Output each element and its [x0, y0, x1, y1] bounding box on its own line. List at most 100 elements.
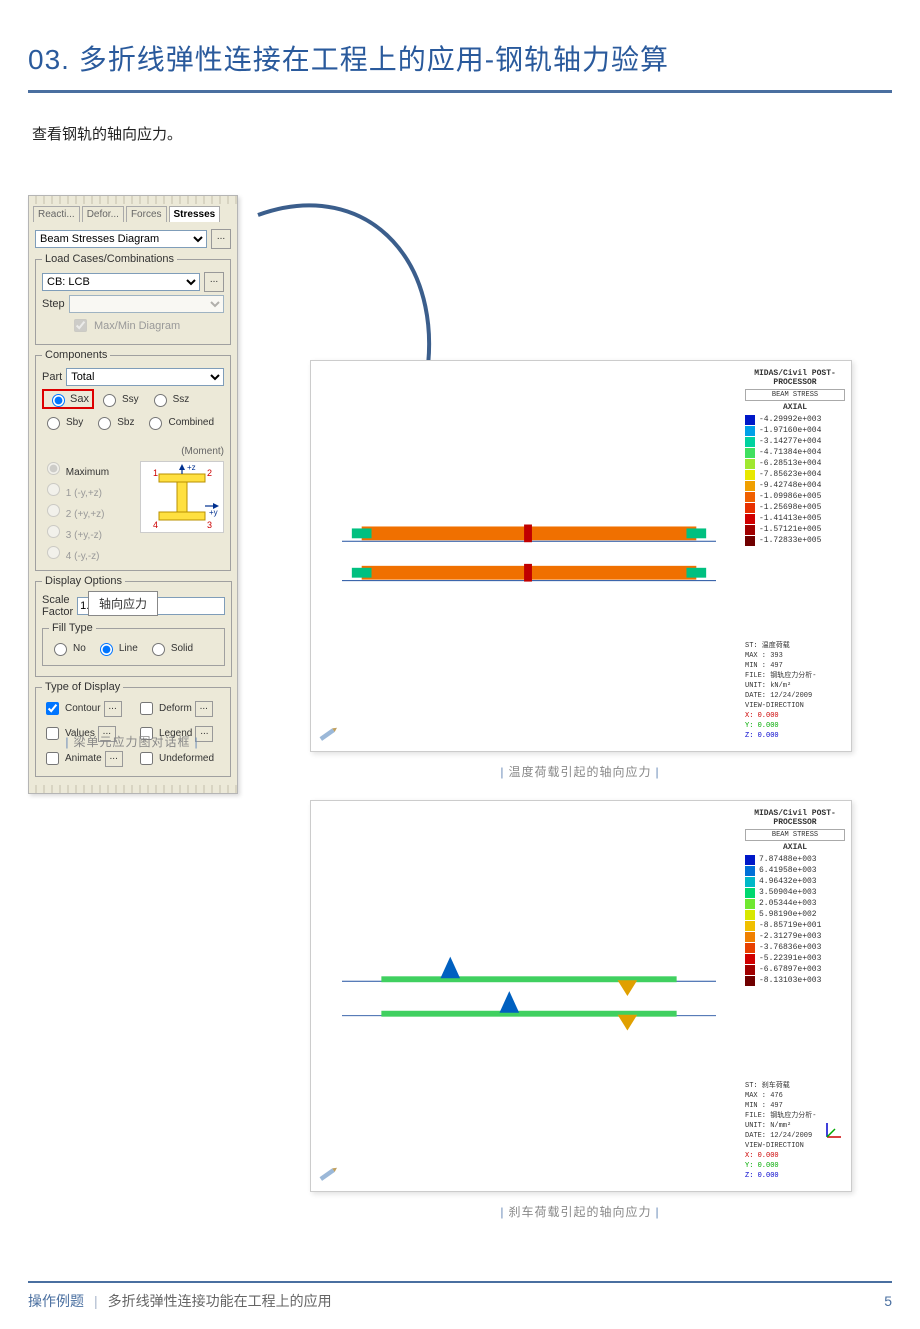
radio-sax-label: Sax [70, 393, 89, 405]
radio-combined[interactable] [149, 417, 162, 430]
legend-swatch [745, 855, 755, 865]
legend-swatch [745, 943, 755, 953]
legend-value: 4.96432e+003 [759, 876, 817, 887]
result1-min: MIN : 497 [745, 661, 845, 671]
result2-legend-section: BEAM STRESS [745, 829, 845, 841]
part-label: Part [42, 371, 62, 383]
fill-no[interactable] [54, 643, 67, 656]
result-panel-temperature: MIDAS/Civil POST-PROCESSOR BEAM STRESS A… [310, 360, 852, 752]
legend-row: -9.42748e+004 [745, 480, 845, 491]
radio-sax[interactable] [52, 394, 65, 407]
tod-contour-checkbox[interactable] [46, 702, 59, 715]
fill-solid[interactable] [152, 643, 165, 656]
step-select [69, 295, 224, 313]
tod-animate-more-button[interactable]: ... [105, 751, 123, 767]
moment-label: (Moment) [42, 446, 224, 457]
result1-file: FILE: 钢轨应力分析- [745, 671, 845, 681]
legend-value: -3.76836e+003 [759, 942, 821, 953]
legend-swatch [745, 503, 755, 513]
legend-value: -4.29992e+003 [759, 414, 821, 425]
svg-text:+z: +z [187, 463, 196, 472]
radio-sbz[interactable] [98, 417, 111, 430]
result2-y: Y: 0.000 [745, 1161, 845, 1171]
legend-row: 5.98190e+002 [745, 909, 845, 920]
legend-row: 4.96432e+003 [745, 876, 845, 887]
radio-ssz[interactable] [154, 394, 167, 407]
legend-swatch [745, 492, 755, 502]
tab-forces[interactable]: Forces [126, 206, 167, 222]
legend-value: -8.13103e+003 [759, 975, 821, 986]
legend-value: 3.50904e+003 [759, 887, 817, 898]
diagram-type-more-button[interactable]: ... [211, 229, 231, 249]
legend-row: -1.57121e+005 [745, 524, 845, 535]
tod-deform-checkbox[interactable] [140, 702, 153, 715]
legend-swatch [745, 481, 755, 491]
tab-reactions[interactable]: Reacti... [33, 206, 80, 222]
result1-legend-section: BEAM STRESS [745, 389, 845, 401]
result-panel-braking: MIDAS/Civil POST-PROCESSOR BEAM STRESS A… [310, 800, 852, 1192]
tod-animate-checkbox[interactable] [46, 752, 59, 765]
load-case-more-button[interactable]: ... [204, 272, 224, 292]
legend-row: 2.05344e+003 [745, 898, 845, 909]
radio-ssy[interactable] [103, 394, 116, 407]
fill-type-group: Fill Type No Line Solid [42, 622, 225, 666]
legend-value: 7.87488e+003 [759, 854, 817, 865]
tab-deformations[interactable]: Defor... [82, 206, 124, 222]
beam-stress-dialog: Reacti... Defor... Forces Stresses Beam … [28, 195, 238, 794]
dialog-caption: |梁单元应力图对话框| [28, 733, 236, 750]
legend-row: 7.87488e+003 [745, 854, 845, 865]
tod-contour: Contour... [42, 699, 124, 718]
load-cases-group: Load Cases/Combinations CB: LCB ... Step… [35, 253, 231, 345]
components-group: Components Part Total Sax Ssy Ssz [35, 349, 231, 571]
legend-row: -1.09986e+005 [745, 491, 845, 502]
legend-row: -5.22391e+003 [745, 953, 845, 964]
tod-undeformed-label: Undeformed [159, 753, 214, 764]
legend-value: -6.28513e+004 [759, 458, 821, 469]
result1-st: ST: 温度荷载 [745, 641, 845, 651]
radio-pt2 [47, 504, 60, 517]
tod-contour-more-button[interactable]: ... [104, 701, 122, 717]
legend-row: -8.13103e+003 [745, 975, 845, 986]
legend-value: -1.57121e+005 [759, 524, 821, 535]
result1-canvas [319, 369, 739, 743]
tod-deform-more-button[interactable]: ... [195, 701, 213, 717]
legend-swatch [745, 514, 755, 524]
section-diagram: +z +y 1 2 3 4 [140, 461, 224, 533]
radio-pt4-label: 4 (-y,-z) [66, 551, 100, 562]
legend-row: -3.14277e+004 [745, 436, 845, 447]
legend-value: 2.05344e+003 [759, 898, 817, 909]
legend-row: -7.85623e+004 [745, 469, 845, 480]
legend-value: -1.09986e+005 [759, 491, 821, 502]
radio-sby[interactable] [47, 417, 60, 430]
legend-swatch [745, 459, 755, 469]
tab-stresses[interactable]: Stresses [169, 206, 221, 222]
legend-row: -6.28513e+004 [745, 458, 845, 469]
result1-y: Y: 0.000 [745, 721, 845, 731]
axis-triad-icon [823, 1119, 845, 1141]
tod-contour-label: Contour [65, 703, 101, 714]
legend-swatch [745, 426, 755, 436]
legend-swatch [745, 877, 755, 887]
legend-row: -4.29992e+003 [745, 414, 845, 425]
tod-undeformed-checkbox[interactable] [140, 752, 153, 765]
load-case-select[interactable]: CB: LCB [42, 273, 200, 291]
result1-z: Z: 0.000 [745, 731, 845, 741]
radio-maximum [47, 462, 60, 475]
sax-tooltip: 轴向应力 [88, 591, 158, 616]
fill-line[interactable] [100, 643, 113, 656]
result1-legend-kind: AXIAL [745, 403, 845, 412]
result2-caption: |刹车荷载引起的轴向应力| [310, 1203, 850, 1220]
legend-row: 6.41958e+003 [745, 865, 845, 876]
legend-swatch [745, 932, 755, 942]
legend-row: -1.25698e+005 [745, 502, 845, 513]
legend-swatch [745, 415, 755, 425]
result1-legend: MIDAS/Civil POST-PROCESSOR BEAM STRESS A… [745, 367, 845, 546]
part-select[interactable]: Total [66, 368, 224, 386]
result1-view: VIEW-DIRECTION [745, 701, 845, 711]
dialog-tabs: Reacti... Defor... Forces Stresses [29, 204, 237, 222]
legend-swatch [745, 888, 755, 898]
result2-min: MIN : 497 [745, 1101, 845, 1111]
diagram-type-select[interactable]: Beam Stresses Diagram [35, 230, 207, 248]
legend-row: -1.97160e+004 [745, 425, 845, 436]
result1-max: MAX : 393 [745, 651, 845, 661]
